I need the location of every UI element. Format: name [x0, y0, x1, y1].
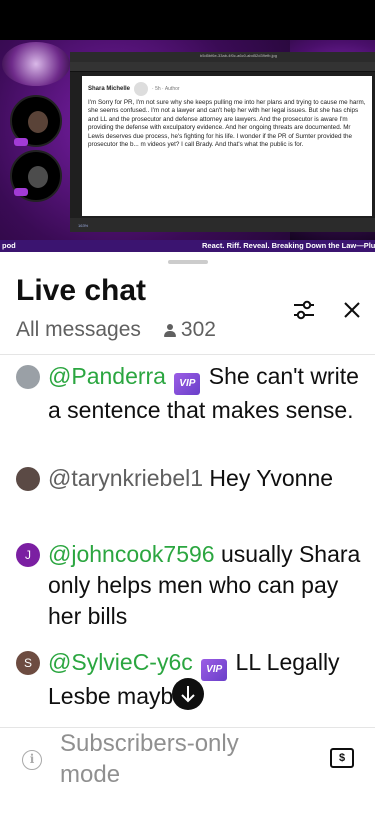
super-chat-button[interactable]: $ — [330, 748, 354, 768]
message-author[interactable]: @tarynkriebel1 — [48, 465, 203, 491]
close-chat-button[interactable] — [338, 296, 366, 324]
viewer-count: 302 — [180, 318, 216, 341]
doc-header: Shara Michelle · 5h · Author — [88, 82, 366, 96]
channel-logo — [2, 42, 70, 86]
chat-filter-label[interactable]: All messages — [16, 318, 141, 342]
shared-screen: b5d5bf6e-33ab-4f0c-a6c0-abd52d39efb.jpg … — [70, 52, 375, 232]
doc-meta: · 5h · Author — [152, 86, 180, 92]
message-author[interactable]: @johncook7596 — [48, 541, 215, 567]
user-avatar[interactable]: J — [16, 543, 40, 567]
screen-statusbar: 163% — [70, 218, 375, 232]
user-avatar[interactable]: S — [16, 651, 40, 675]
user-avatar[interactable] — [16, 467, 40, 491]
vip-badge-icon: VIP — [201, 659, 228, 681]
message-content: @johncook7596 usually Shara only helps m… — [48, 539, 366, 632]
message-author[interactable]: @Panderra — [48, 363, 166, 389]
message-author[interactable]: @SylvieC-y6c — [48, 649, 193, 675]
chat-filter-row[interactable]: All messages 302 — [16, 318, 216, 342]
news-ticker: pod React. Riff. Reveal. Breaking Down t… — [0, 240, 375, 252]
message-text: Hey Yvonne — [203, 465, 334, 491]
subscribers-only-notice: Subscribers-only mode — [60, 730, 239, 788]
webcam-tag-2 — [14, 188, 28, 196]
screen-filename: b5d5bf6e-33ab-4f0c-a6c0-abd52d39efb.jpg — [200, 53, 277, 58]
message-content: @Panderra VIP She can't write a sentence… — [48, 361, 366, 426]
user-avatar[interactable] — [16, 365, 40, 389]
live-chat-panel: Live chat All messages 302 @Panderra VIP… — [0, 252, 375, 840]
screen-toolbar — [70, 62, 375, 72]
doc-body: I'm Sorry for PR, I'm not sure why she k… — [88, 99, 366, 149]
screen-titlebar: b5d5bf6e-33ab-4f0c-a6c0-abd52d39efb.jpg — [70, 52, 375, 62]
message-content: @tarynkriebel1 Hey Yvonne — [48, 463, 366, 494]
viewers-icon — [163, 321, 177, 339]
chat-title: Live chat — [16, 274, 147, 307]
info-icon[interactable]: i — [22, 750, 42, 770]
ticker-right-text: React. Riff. Reveal. Breaking Down the L… — [202, 241, 375, 250]
arrow-down-icon — [181, 686, 195, 703]
tune-icon — [294, 300, 314, 320]
chat-message-list[interactable]: @Panderra VIP She can't write a sentence… — [0, 355, 375, 727]
scroll-to-bottom-button[interactable] — [172, 678, 204, 710]
screen-zoom: 163% — [78, 223, 89, 228]
doc-author: Shara Michelle — [88, 86, 131, 92]
vip-badge-icon: VIP — [174, 373, 201, 395]
message-content: @SylvieC-y6c VIP LL Legally Lesbe maybe — [48, 647, 366, 712]
webcam-tag-1 — [14, 138, 28, 146]
doc-author-icon — [134, 82, 149, 96]
video-player[interactable]: b5d5bf6e-33ab-4f0c-a6c0-abd52d39efb.jpg … — [0, 40, 375, 252]
drag-handle[interactable] — [168, 260, 208, 264]
shared-document: Shara Michelle · 5h · Author I'm Sorry f… — [82, 76, 372, 216]
close-icon — [344, 302, 360, 318]
ticker-left-text: pod — [2, 241, 16, 250]
status-bar — [0, 0, 375, 40]
chat-settings-button[interactable] — [290, 296, 318, 324]
